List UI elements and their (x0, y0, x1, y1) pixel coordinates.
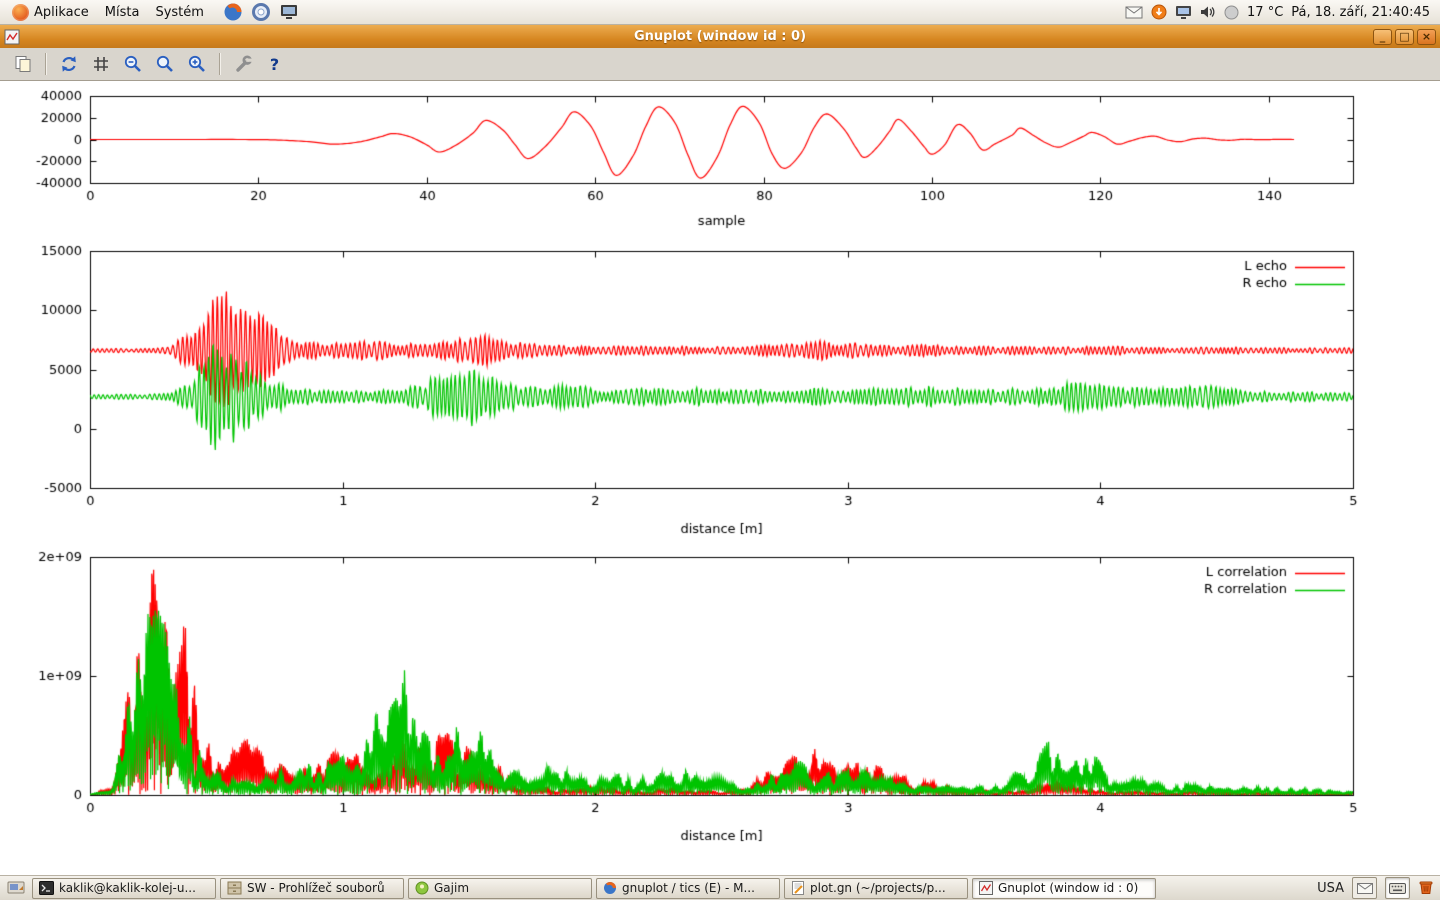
menu-system[interactable]: Systém (147, 0, 211, 24)
taskbar-window-label: plot.gn (~/projects/p... (810, 881, 946, 895)
system-tray: 17 °C Pá, 18. září, 21:40:45 (1125, 4, 1436, 20)
taskbar-window-gnuplot[interactable]: Gnuplot (window id : 0) (972, 878, 1156, 899)
toolbar-separator (45, 53, 46, 75)
close-button[interactable]: × (1417, 29, 1436, 45)
taskbar-window-terminal[interactable]: kaklik@kaklik-kolej-u... (32, 878, 216, 899)
weather-icon[interactable] (1224, 5, 1239, 20)
file-manager-icon (227, 881, 242, 895)
top-panel: Aplikace Místa Systém (0, 0, 1440, 25)
taskbar-window-label: Gajim (434, 881, 469, 895)
taskbar-window-firefox[interactable]: gnuplot / tics (E) - M... (596, 878, 780, 899)
menu-applications-label: Aplikace (34, 5, 89, 20)
taskbar-window-editor[interactable]: plot.gn (~/projects/p... (784, 878, 968, 899)
replot-button[interactable] (54, 51, 83, 78)
display-icon[interactable] (1175, 5, 1192, 20)
refresh-icon (59, 54, 79, 74)
menu-places[interactable]: Místa (97, 0, 148, 24)
grid-icon (91, 54, 111, 74)
zoom-next-button[interactable] (182, 51, 211, 78)
volume-icon[interactable] (1200, 5, 1216, 19)
minimize-button[interactable]: _ (1373, 29, 1392, 45)
help-icon: ? (270, 55, 279, 74)
temperature-label: 17 °C (1247, 5, 1283, 20)
firefox-launcher[interactable] (220, 0, 246, 24)
keyboard-icon (1389, 883, 1406, 894)
mail-icon[interactable] (1125, 6, 1143, 19)
taskbar-window-label: Gnuplot (window id : 0) (998, 881, 1138, 895)
firefox-icon (223, 2, 243, 22)
keyboard-layout-indicator[interactable]: USA (1317, 881, 1344, 896)
terminal-icon (39, 881, 54, 895)
zoom-previous-button[interactable] (118, 51, 147, 78)
update-icon[interactable] (1151, 4, 1167, 20)
menu-places-label: Místa (105, 5, 140, 20)
gnuplot-window: Gnuplot (window id : 0) _ □ × (0, 25, 1440, 875)
taskbar-window-file-manager[interactable]: SW - Prohlížeč souborů (220, 878, 404, 899)
show-desktop-button[interactable] (4, 878, 28, 899)
taskbar-right: USA (1317, 877, 1436, 899)
ubuntu-logo-icon (12, 4, 29, 21)
firefox-icon (603, 881, 617, 895)
mail-icon (1357, 883, 1373, 894)
keyboard-button[interactable] (1385, 877, 1410, 899)
magnifier-icon (155, 54, 175, 74)
gnuplot-window-icon (4, 29, 20, 45)
help-ring-icon (251, 2, 271, 22)
help-button[interactable]: ? (260, 51, 289, 78)
settings-button[interactable] (228, 51, 257, 78)
zoom-out-icon (123, 54, 143, 74)
text-editor-icon (791, 881, 805, 895)
gnuplot-plot-canvas[interactable] (0, 81, 1440, 875)
window-title: Gnuplot (window id : 0) (0, 29, 1440, 44)
help-launcher[interactable] (248, 0, 274, 24)
zoom-in-icon (187, 54, 207, 74)
taskbar: kaklik@kaklik-kolej-u... SW - Prohlížeč … (0, 875, 1440, 900)
taskbar-window-label: SW - Prohlížeč souborů (247, 881, 385, 895)
trash-icon[interactable] (1418, 879, 1434, 898)
window-controls: _ □ × (1373, 29, 1436, 45)
zoom-button[interactable] (150, 51, 179, 78)
toolbar: ? (0, 48, 1440, 81)
copy-icon (13, 54, 33, 74)
menu-system-label: Systém (155, 5, 203, 20)
plot-area (0, 81, 1440, 875)
show-desktop-icon (7, 881, 25, 896)
screen-icon (279, 2, 299, 22)
mail-notification-button[interactable] (1352, 877, 1377, 899)
copy-button[interactable] (8, 51, 37, 78)
taskbar-window-gajim[interactable]: Gajim (408, 878, 592, 899)
menu-applications[interactable]: Aplikace (4, 0, 97, 24)
taskbar-window-label: gnuplot / tics (E) - M... (622, 881, 755, 895)
gajim-icon (415, 881, 429, 895)
gnuplot-icon (979, 881, 993, 895)
titlebar[interactable]: Gnuplot (window id : 0) _ □ × (0, 25, 1440, 48)
grid-button[interactable] (86, 51, 115, 78)
clock[interactable]: Pá, 18. září, 21:40:45 (1291, 5, 1430, 20)
taskbar-window-label: kaklik@kaklik-kolej-u... (59, 881, 196, 895)
screen-launcher[interactable] (276, 0, 302, 24)
wrench-icon (233, 54, 253, 74)
toolbar-separator (219, 53, 220, 75)
maximize-button[interactable]: □ (1395, 29, 1414, 45)
